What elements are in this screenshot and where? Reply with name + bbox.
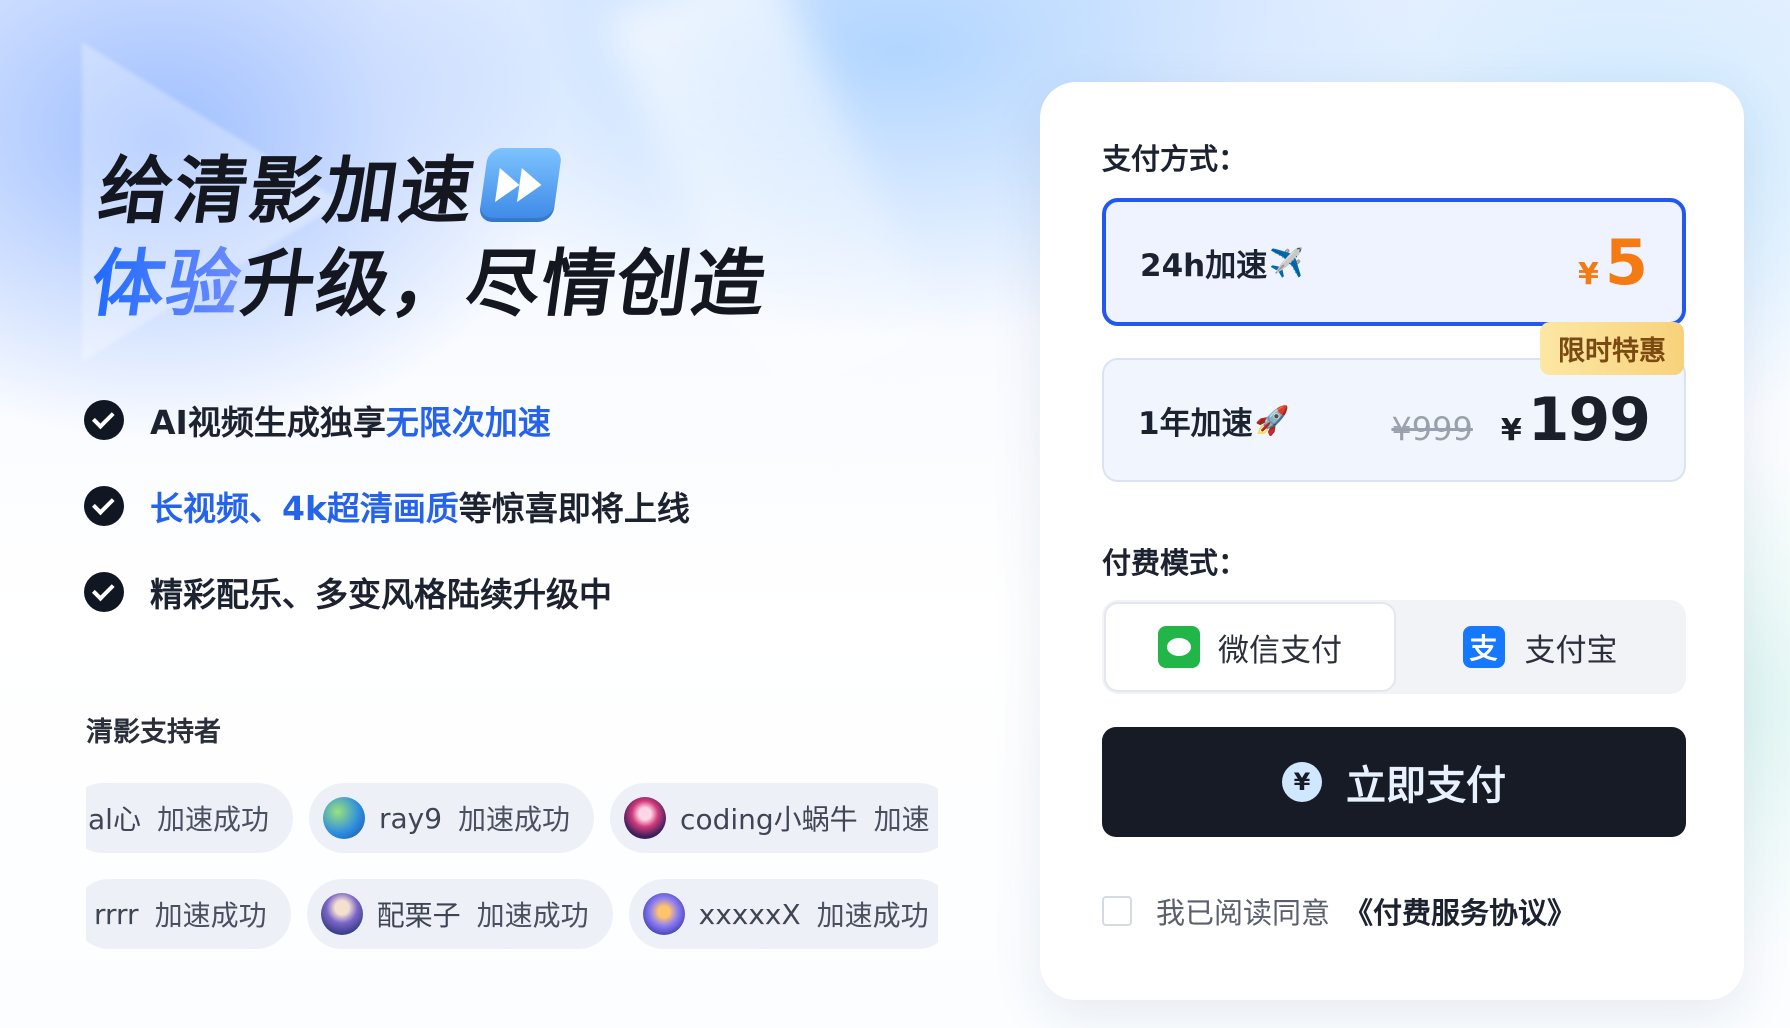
feature-plain: 精彩配乐、多变风格陆续升级中 — [150, 575, 612, 614]
feature-text: AI视频生成独享无限次加速 — [150, 396, 551, 444]
supporter-name: 配栗子 — [376, 899, 461, 932]
pay-now-button[interactable]: ¥ 立即支付 — [1102, 727, 1686, 837]
currency-symbol: ¥ — [1500, 413, 1522, 448]
plan-option-24h[interactable]: 24h加速 ✈️ ¥ 5 — [1102, 198, 1686, 326]
feature-plain: AI视频生成独享 — [150, 403, 386, 442]
agreement-link[interactable]: 《付费服务协议》 — [1344, 890, 1576, 932]
ticker-track: al心 加速成功 ray9 加速成功 coding小蜗牛 加速 — [86, 783, 938, 853]
supporter-name: al心 — [88, 803, 141, 836]
avatar — [322, 797, 365, 839]
supporters-ticker-row-1: al心 加速成功 ray9 加速成功 coding小蜗牛 加速 — [86, 783, 938, 853]
supporter-chip: 配栗子 加速成功 — [306, 879, 613, 949]
plan-name: 1年加速 🚀 — [1138, 398, 1289, 443]
alipay-option[interactable]: 支 支付宝 — [1396, 602, 1684, 692]
wechat-icon — [1158, 626, 1200, 668]
payment-mode-label: 付费模式： — [1102, 546, 1248, 580]
supporters-ticker-row-2: rrrr 加速成功 配栗子 加速成功 xxxxxX 加速成功 — [86, 879, 938, 949]
supporters-title: 清影支持者 — [86, 717, 221, 748]
supporter-status: 加速成功 — [154, 899, 267, 932]
feature-item: AI视频生成独享无限次加速 — [84, 394, 690, 446]
feature-list: AI视频生成独享无限次加速 长视频、4k超清画质等惊喜即将上线 精彩配乐、多变风… — [84, 394, 690, 652]
payment-method-label: 支付方式： — [1102, 142, 1248, 176]
check-circle-icon — [84, 400, 124, 440]
supporter-status: 加速成功 — [816, 899, 929, 932]
price-amount: 5 — [1604, 225, 1648, 299]
hero-title-text: 给清影加速 — [93, 149, 481, 234]
feature-item: 长视频、4k超清画质等惊喜即将上线 — [84, 480, 690, 532]
feature-plain: 等惊喜即将上线 — [458, 489, 690, 528]
fast-forward-icon — [478, 148, 563, 222]
avatar — [320, 893, 363, 935]
yuan-icon: ¥ — [1282, 762, 1322, 802]
method-label: 支付宝 — [1524, 632, 1618, 669]
currency-symbol: ¥ — [1577, 256, 1599, 292]
supporter-name: rrrr — [94, 897, 139, 931]
original-price: ¥999 — [1391, 410, 1473, 448]
hero-title-line-2: 体验升级，尽情创造 — [86, 242, 773, 327]
promo-badge: 限时特惠 — [1540, 322, 1684, 375]
supporter-chip: rrrr 加速成功 — [86, 879, 291, 949]
feature-item: 精彩配乐、多变风格陆续升级中 — [84, 566, 690, 618]
wechat-pay-option[interactable]: 微信支付 — [1104, 602, 1396, 692]
feature-highlight: 无限次加速 — [385, 403, 551, 442]
price-amount: 199 — [1527, 385, 1651, 455]
plan-option-1-year[interactable]: 限时特惠 1年加速 🚀 ¥999 ¥ 199 — [1102, 322, 1686, 482]
agreement-text: 我已阅读同意 — [1156, 896, 1331, 930]
ticker-track: rrrr 加速成功 配栗子 加速成功 xxxxxX 加速成功 — [86, 879, 938, 949]
avatar — [624, 797, 667, 839]
feature-highlight: 长视频、4k超清画质 — [150, 489, 459, 528]
plan-price: ¥999 ¥ 199 — [1391, 385, 1651, 455]
plan-name: 24h加速 ✈️ — [1140, 240, 1304, 285]
supporter-name: ray9 — [378, 801, 443, 835]
check-circle-icon — [84, 486, 124, 526]
method-label: 微信支付 — [1218, 632, 1342, 669]
plan-price: ¥ 5 — [1578, 226, 1648, 299]
supporter-status: 加速成功 — [156, 803, 269, 836]
supporter-status: 加速成功 — [476, 899, 589, 932]
alipay-icon: 支 — [1462, 626, 1505, 668]
airplane-icon: ✈️ — [1269, 245, 1305, 279]
pay-button-label: 立即支付 — [1346, 763, 1506, 809]
supporter-name: xxxxxX — [698, 897, 801, 931]
supporter-status: 加速 — [873, 803, 930, 836]
agreement-row: 我已阅读同意 《付费服务协议》 — [1102, 890, 1576, 932]
agreement-checkbox[interactable] — [1102, 896, 1132, 926]
payment-method-selector: 微信支付 支 支付宝 — [1102, 600, 1686, 694]
supporter-chip: xxxxxX 加速成功 — [628, 879, 938, 949]
hero-title-highlight: 体验 — [86, 242, 248, 327]
supporter-chip: ray9 加速成功 — [308, 783, 595, 853]
hero-title-line-1: 给清影加速 — [94, 148, 563, 234]
plan-name-text: 1年加速 — [1138, 405, 1253, 442]
payment-card: 支付方式： 24h加速 ✈️ ¥ 5 限时特惠 1年加速 🚀 ¥999 ¥ 199 … — [1040, 82, 1744, 1000]
supporter-chip: coding小蜗牛 加速 — [610, 783, 938, 853]
hero-title-rest: 升级，尽情创造 — [236, 242, 773, 327]
rocket-icon: 🚀 — [1254, 403, 1290, 437]
supporter-name: coding小蜗牛 — [680, 803, 858, 836]
check-circle-icon — [84, 572, 124, 612]
feature-text: 精彩配乐、多变风格陆续升级中 — [150, 568, 612, 616]
avatar — [642, 893, 685, 935]
feature-text: 长视频、4k超清画质等惊喜即将上线 — [150, 482, 690, 530]
supporter-status: 加速成功 — [458, 803, 571, 836]
plan-name-text: 24h加速 — [1140, 247, 1268, 284]
supporter-chip: al心 加速成功 — [86, 783, 293, 853]
